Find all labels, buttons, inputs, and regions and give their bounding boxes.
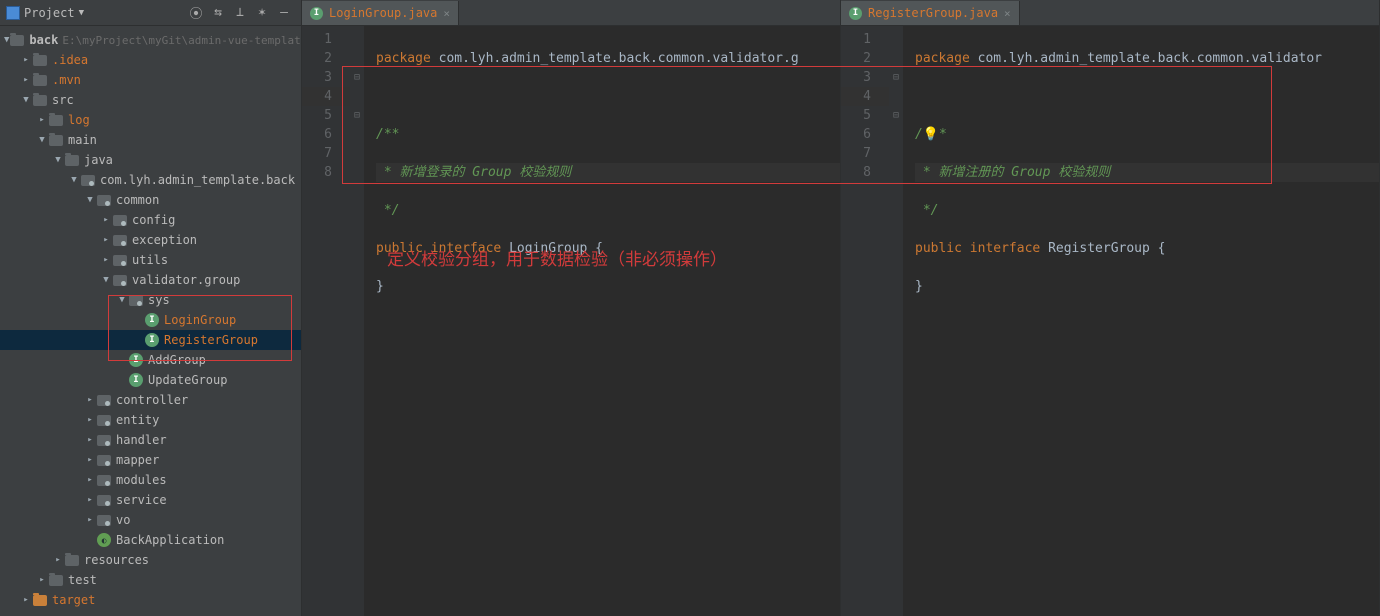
tree-item-modules[interactable]: ▸modules — [0, 470, 301, 490]
root-path: E:\myProject\myGit\admin-vue-template — [62, 34, 301, 47]
tree-item-entity[interactable]: ▸entity — [0, 410, 301, 430]
tree-item-pkgroot[interactable]: ▼com.lyh.admin_template.back — [0, 170, 301, 190]
code-right[interactable]: package com.lyh.admin_template.back.comm… — [903, 26, 1379, 616]
tabbar-right: I RegisterGroup.java × — [841, 0, 1379, 26]
tree-item-test[interactable]: ▸test — [0, 570, 301, 590]
fold-gutter: ⊟⊟ — [350, 26, 364, 616]
tree-item-idea[interactable]: ▸.idea — [0, 50, 301, 70]
project-sidebar: Project ▼ ⦿ ⇆ ⟂ ✶ — ▼ back E:\myProject\… — [0, 0, 302, 616]
line-gutter: 12345678 — [841, 26, 889, 616]
tab-label: LoginGroup.java — [329, 6, 437, 20]
bulb-icon[interactable]: 💡 — [923, 127, 939, 142]
collapse-icon[interactable]: ⟂ — [232, 5, 248, 21]
tab-label: RegisterGroup.java — [868, 6, 998, 20]
tree-item-service[interactable]: ▸service — [0, 490, 301, 510]
tree-item-exception[interactable]: ▸exception — [0, 230, 301, 250]
close-tab-icon[interactable]: × — [1004, 7, 1011, 20]
tree-item-log[interactable]: ▸log — [0, 110, 301, 130]
tree-item-mapper[interactable]: ▸mapper — [0, 450, 301, 470]
tree-item-sys[interactable]: ▼sys — [0, 290, 301, 310]
interface-icon: I — [849, 7, 862, 20]
tree-item-addgroup[interactable]: ▸IAddGroup — [0, 350, 301, 370]
editor-left-pane: I LoginGroup.java × 12345678 ⊟⊟ package … — [302, 0, 841, 616]
tab-logingroup[interactable]: I LoginGroup.java × — [302, 1, 459, 25]
tabbar-left: I LoginGroup.java × — [302, 0, 840, 26]
editor-area: I LoginGroup.java × 12345678 ⊟⊟ package … — [302, 0, 1380, 616]
tree-item-common[interactable]: ▼common — [0, 190, 301, 210]
code-left[interactable]: package com.lyh.admin_template.back.comm… — [364, 26, 840, 616]
hide-icon[interactable]: — — [276, 5, 292, 21]
fold-gutter: ⊟⊟ — [889, 26, 903, 616]
project-icon — [6, 6, 20, 20]
tree-item-registergroup[interactable]: ▸IRegisterGroup — [0, 330, 301, 350]
project-label[interactable]: Project — [24, 6, 75, 20]
root-name: back — [29, 33, 58, 47]
tree-item-main[interactable]: ▼main — [0, 130, 301, 150]
project-header: Project ▼ ⦿ ⇆ ⟂ ✶ — — [0, 0, 301, 26]
tree-item-updategroup[interactable]: ▸IUpdateGroup — [0, 370, 301, 390]
tree-item-controller[interactable]: ▸controller — [0, 390, 301, 410]
line-gutter: 12345678 — [302, 26, 350, 616]
editor-right-pane: I RegisterGroup.java × 12345678 ⊟⊟ packa… — [841, 0, 1380, 616]
tree-item-src[interactable]: ▼src — [0, 90, 301, 110]
target-icon[interactable]: ⦿ — [188, 5, 204, 21]
tree-item-backapplication[interactable]: ▸◐BackApplication — [0, 530, 301, 550]
tree-item-resources[interactable]: ▸resources — [0, 550, 301, 570]
tab-registergroup[interactable]: I RegisterGroup.java × — [841, 1, 1020, 25]
interface-icon: I — [310, 7, 323, 20]
editor-right[interactable]: 12345678 ⊟⊟ package com.lyh.admin_templa… — [841, 26, 1379, 616]
gear-icon[interactable]: ✶ — [254, 5, 270, 21]
tree-item-java[interactable]: ▼java — [0, 150, 301, 170]
tree-item-mvn[interactable]: ▸.mvn — [0, 70, 301, 90]
split-icon[interactable]: ⇆ — [210, 5, 226, 21]
project-dropdown-icon[interactable]: ▼ — [79, 8, 84, 18]
tree-item-vo[interactable]: ▸vo — [0, 510, 301, 530]
tree-item-config[interactable]: ▸config — [0, 210, 301, 230]
editor-left[interactable]: 12345678 ⊟⊟ package com.lyh.admin_templa… — [302, 26, 840, 616]
tree-root[interactable]: ▼ back E:\myProject\myGit\admin-vue-temp… — [0, 30, 301, 50]
tree-item-utils[interactable]: ▸utils — [0, 250, 301, 270]
close-tab-icon[interactable]: × — [443, 7, 450, 20]
tree-item-target[interactable]: ▸target — [0, 590, 301, 610]
project-tree: ▼ back E:\myProject\myGit\admin-vue-temp… — [0, 26, 301, 610]
tree-item-logingroup[interactable]: ▸ILoginGroup — [0, 310, 301, 330]
tree-item-validatorgroup[interactable]: ▼validator.group — [0, 270, 301, 290]
tree-item-handler[interactable]: ▸handler — [0, 430, 301, 450]
